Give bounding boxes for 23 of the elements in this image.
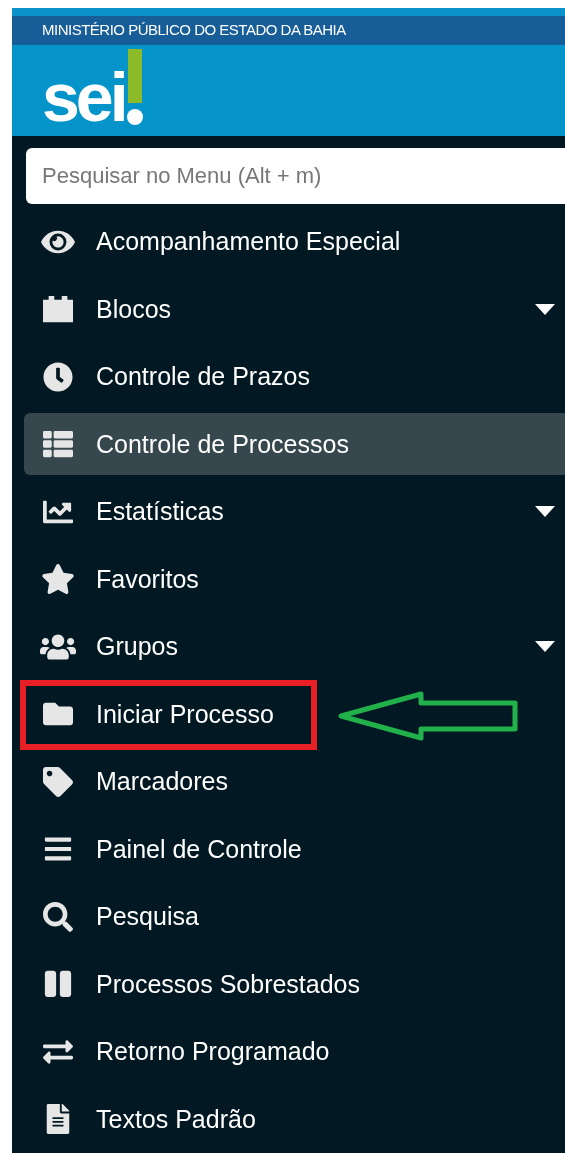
menu-item[interactable]: Painel de Controle	[24, 818, 565, 881]
menu-item[interactable]: Iniciar Processo	[24, 683, 565, 746]
search-field[interactable]: Pesquisar no Menu (Alt + m)	[26, 148, 565, 204]
menu-item[interactable]: Retorno Programado	[24, 1020, 565, 1083]
menu-item[interactable]: Pesquisa	[24, 885, 565, 948]
menu-item[interactable]: Estatísticas	[24, 480, 565, 543]
menu-item[interactable]: Marcadores	[24, 750, 565, 813]
menu-item[interactable]: Grupos	[24, 615, 565, 678]
exclamation-icon	[126, 49, 145, 128]
organization-name: MINISTÉRIO PÚBLICO DO ESTADO DA BAHIA	[42, 20, 346, 41]
menu-item[interactable]: Controle de Prazos	[24, 345, 565, 408]
menu-item[interactable]: Favoritos	[24, 548, 565, 611]
users-icon	[40, 631, 76, 662]
search-icon	[40, 901, 76, 932]
menu-item[interactable]: Textos Padrão	[24, 1088, 565, 1151]
list-icon	[40, 429, 76, 460]
tag-icon	[40, 766, 76, 797]
menu-item[interactable]: Acompanhamento Especial	[24, 210, 565, 273]
menu-item[interactable]: Processos Sobrestados	[24, 953, 565, 1016]
menu-item[interactable]: Blocos	[24, 278, 565, 341]
star-icon	[40, 564, 76, 595]
menu-item[interactable]: Controle de Processos	[24, 413, 565, 476]
block-icon	[40, 294, 76, 325]
